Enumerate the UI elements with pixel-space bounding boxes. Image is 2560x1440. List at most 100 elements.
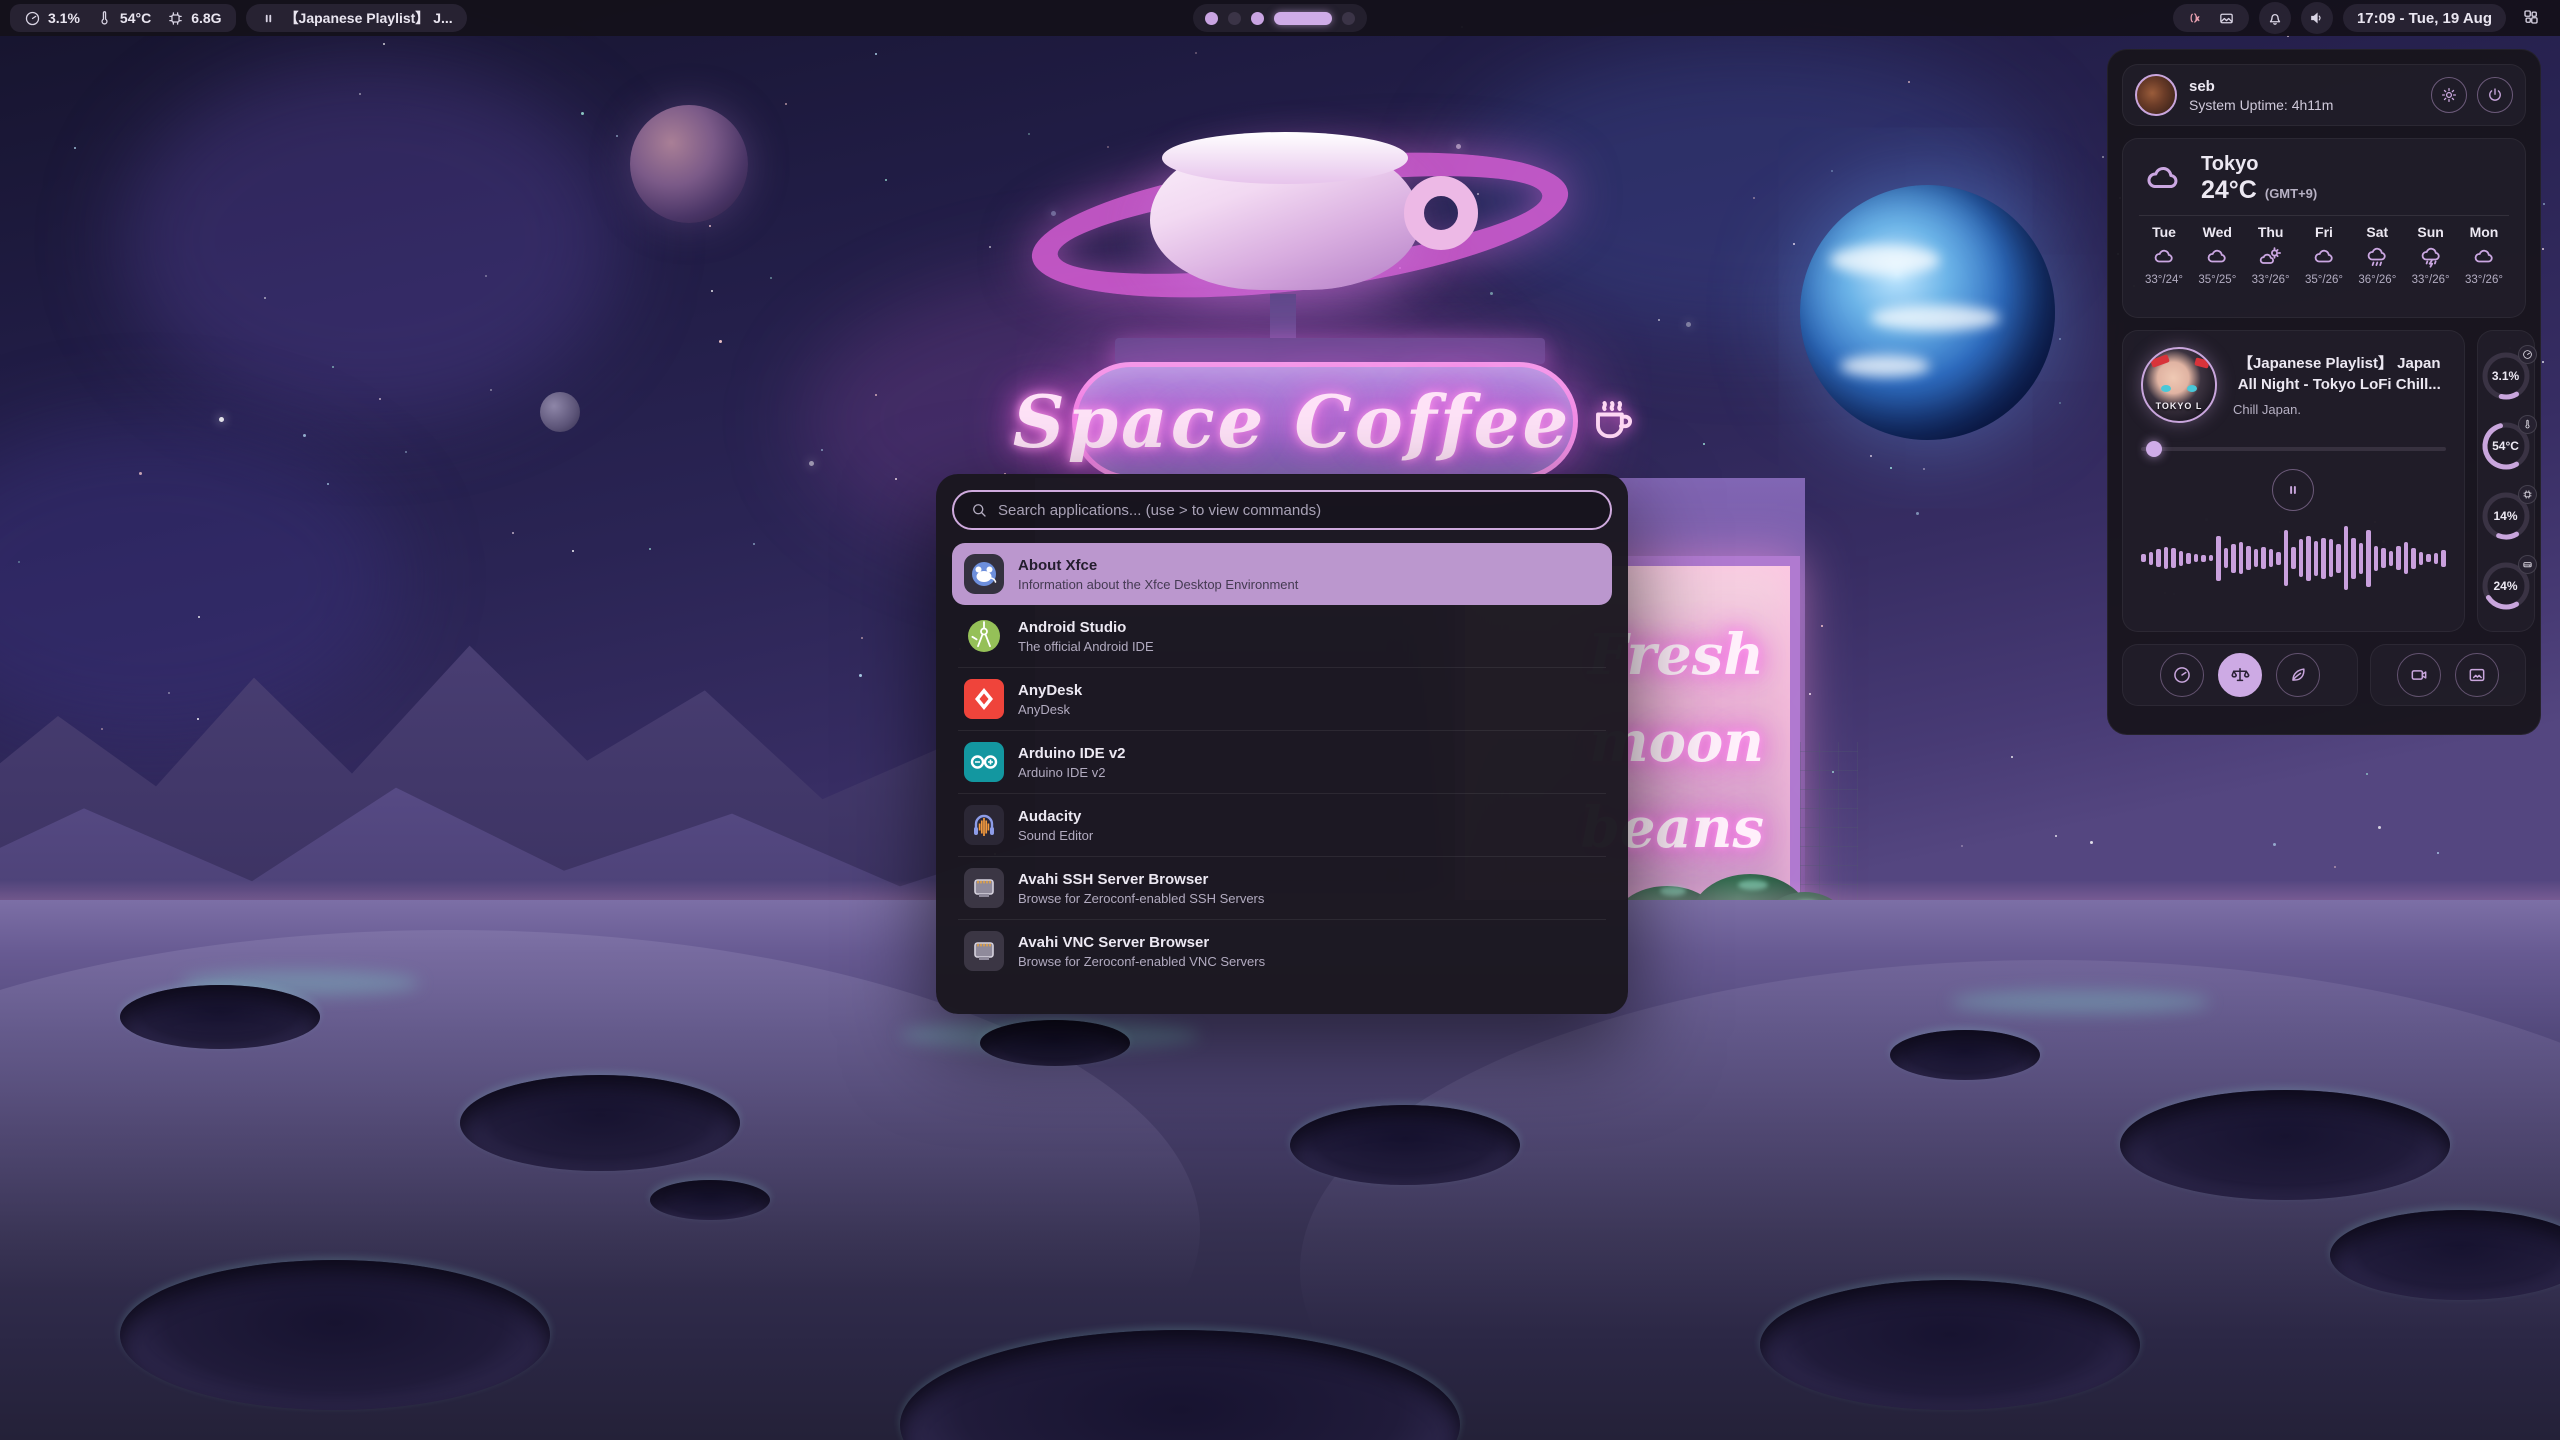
app-item-avahi-vnc-server-browser[interactable]: Avahi VNC Server BrowserBrowse for Zeroc… [952,920,1612,982]
waveform-bar [2299,539,2304,577]
waveform-bar [2411,548,2416,569]
balanced-profile-button[interactable] [2218,653,2262,697]
waveform-bar [2224,548,2229,568]
weather-card: Tokyo 24°C (GMT+9) Tue33°/24°Wed35°/25°T… [2122,138,2526,318]
waveform-bar [2179,551,2184,566]
forecast-temps: 33°/26° [2412,274,2450,286]
workspace-4-active[interactable] [1274,12,1332,25]
seek-bar[interactable] [2141,441,2446,457]
waveform-bar [2381,548,2386,568]
crater [1290,1105,1520,1185]
workspace-indicator[interactable] [1193,4,1367,32]
star [875,53,877,55]
star [1028,133,1030,135]
workspace-5[interactable] [1342,12,1355,25]
performance-profile-button[interactable] [2160,653,2204,697]
album-art: TOKYO L [2141,347,2217,423]
search-input[interactable] [998,502,1594,519]
waveform-bar [2314,541,2319,576]
screenshot-button[interactable] [2455,653,2499,697]
star [1051,211,1056,216]
star [2011,756,2013,758]
system-tray[interactable] [2173,4,2249,32]
app-item-arduino-ide-v2[interactable]: Arduino IDE v2Arduino IDE v2 [952,731,1612,793]
leaf-icon [2288,665,2308,685]
system-stats-pill[interactable]: 3.1% 54°C 6.8G [10,4,236,32]
workspace-1[interactable] [1205,12,1218,25]
app-item-android-studio[interactable]: Android StudioThe official Android IDE [952,605,1612,667]
search-bar[interactable] [952,490,1612,530]
app-item-about-xfce[interactable]: About XfceInformation about the Xfce Des… [952,543,1612,605]
forecast-day-sun: Sun 33°/26° [2406,224,2456,286]
star [1793,243,1795,245]
waveform-bar [2344,526,2349,590]
cpu-temp: 54°C [96,10,151,27]
screen-record-button[interactable] [2397,653,2441,697]
screen-icon [2467,665,2487,685]
track-artist: Chill Japan. [2233,402,2446,417]
app-item-anydesk[interactable]: AnyDeskAnyDesk [952,668,1612,730]
anydesk-app-icon [964,679,1004,719]
star [512,532,514,534]
application-launcher: About XfceInformation about the Xfce Des… [936,474,1628,1014]
app-item-text: AnyDeskAnyDesk [1018,682,1082,717]
seek-handle[interactable] [2146,441,2162,457]
waveform-bar [2269,549,2274,567]
videocam-icon [2409,665,2429,685]
star [1456,144,1461,149]
pause-button[interactable] [2272,469,2314,511]
star [2366,773,2368,775]
settings-button[interactable] [2431,77,2467,113]
star [383,43,385,45]
chip-icon [2518,485,2537,504]
forecast-temps: 35°/25° [2198,274,2236,286]
forecast-temps: 33°/26° [2465,274,2503,286]
scales-icon [2230,665,2250,685]
xfce-app-icon [964,554,1004,594]
star [485,275,487,277]
avahi-app-icon [964,931,1004,971]
waveform-bar [2216,536,2221,581]
forecast-day-mon: Mon33°/26° [2459,224,2509,286]
audio-visualizer [2141,523,2446,593]
memory-usage: 6.8G [167,10,221,27]
forecast-temps: 33°/26° [2252,274,2290,286]
android-app-icon [964,616,1004,656]
star [359,93,361,95]
now-playing-pill[interactable]: 【Japanese Playlist】 J... [246,4,467,32]
seek-track [2141,447,2446,451]
image-tray-icon[interactable] [2218,10,2235,27]
user-card: seb System Uptime: 4h11m [2122,64,2526,126]
forecast-day-fri: Fri35°/26° [2299,224,2349,286]
notifications-button[interactable] [2259,2,2291,34]
waveform-bar [2164,547,2169,569]
tray-app-icon[interactable] [2187,10,2204,27]
crater [120,985,320,1049]
star [821,449,823,451]
workspace-3[interactable] [1251,12,1264,25]
gauge-thermometer: 54°C [2478,418,2534,474]
forecast-day-label: Sun [2417,224,2443,240]
star [379,398,381,400]
star [1908,81,1910,83]
app-item-audacity[interactable]: AudacitySound Editor [952,794,1612,856]
star [1923,468,1925,470]
app-grid-button[interactable] [2516,2,2548,34]
bell-icon [2266,9,2284,27]
power-button[interactable] [2477,77,2513,113]
clock[interactable]: 17:09 - Tue, 19 Aug [2343,4,2506,32]
star [490,389,492,391]
rain-icon [2365,245,2389,269]
star [74,147,76,149]
waveform-bar [2171,548,2176,568]
workspace-2[interactable] [1228,12,1241,25]
volume-button[interactable] [2301,2,2333,34]
app-item-avahi-ssh-server-browser[interactable]: Avahi SSH Server BrowserBrowse for Zeroc… [952,857,1612,919]
cloud-icon [2472,245,2496,269]
star [753,543,755,545]
sun-cloud-icon [2259,245,2283,269]
star [168,692,170,694]
star [2334,866,2336,868]
power-saver-profile-button[interactable] [2276,653,2320,697]
avatar [2135,74,2177,116]
